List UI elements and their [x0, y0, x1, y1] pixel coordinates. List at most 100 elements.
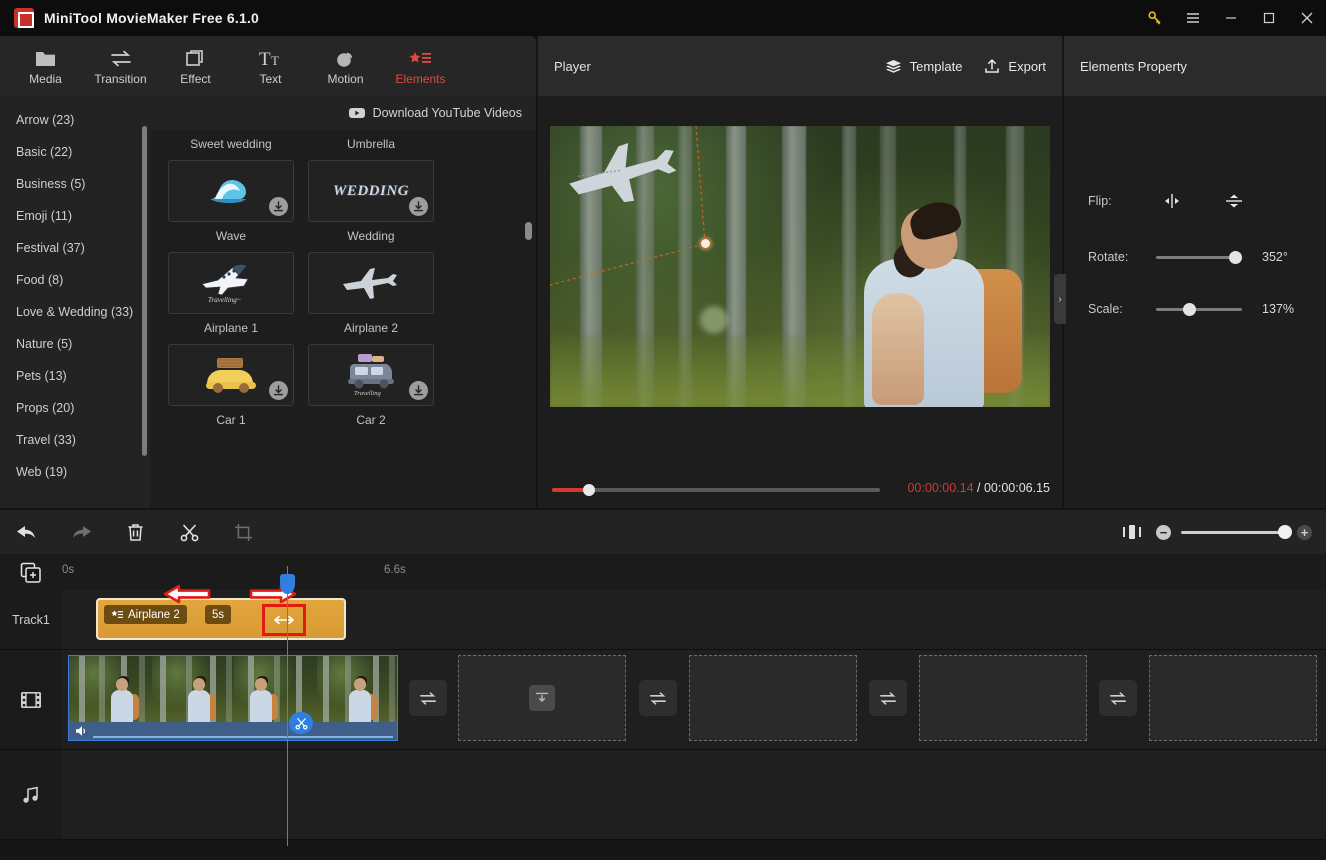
- rotate-slider-handle[interactable]: [1229, 250, 1242, 264]
- close-icon[interactable]: [1288, 0, 1326, 36]
- scale-label: Scale:: [1088, 302, 1123, 316]
- ribbon-tab-transition[interactable]: Transition: [83, 38, 158, 94]
- template-button[interactable]: Template: [885, 59, 962, 74]
- media-placeholder-4[interactable]: [1149, 655, 1317, 741]
- zoom-in-button[interactable]: +: [1297, 524, 1312, 540]
- element-cell-car-2[interactable]: Travelling Car 2: [308, 344, 434, 436]
- undo-button[interactable]: [0, 510, 54, 554]
- flip-horizontal-icon[interactable]: [1158, 189, 1186, 213]
- zoom-out-button[interactable]: −: [1156, 524, 1171, 540]
- seek-bar[interactable]: [552, 484, 880, 496]
- elements-library-pane: Arrow (23) Basic (22) Business (5) Emoji…: [0, 96, 536, 508]
- zoom-slider[interactable]: [1181, 524, 1292, 539]
- element-thumbnail[interactable]: [308, 252, 434, 314]
- download-icon[interactable]: [269, 381, 288, 400]
- ribbon-tab-elements[interactable]: Elements: [383, 38, 458, 94]
- element-cell-sweet-wedding[interactable]: Sweet wedding: [168, 130, 294, 160]
- video-subject-person: [850, 197, 1022, 407]
- video-preview[interactable]: [550, 126, 1050, 407]
- volume-icon[interactable]: [75, 725, 89, 737]
- playhead[interactable]: [287, 566, 288, 846]
- transition-slot-1[interactable]: [409, 680, 447, 716]
- chevron-right-icon[interactable]: ›: [1054, 274, 1066, 324]
- category-item-business[interactable]: Business (5): [0, 168, 150, 200]
- download-icon[interactable]: [409, 381, 428, 400]
- fit-timeline-icon[interactable]: [1118, 510, 1146, 554]
- track-header-video[interactable]: [0, 650, 62, 750]
- transition-slot-4[interactable]: [1099, 680, 1137, 716]
- category-item-arrow[interactable]: Arrow (23): [0, 104, 150, 136]
- track-header-track1[interactable]: Track1: [0, 590, 62, 650]
- app-logo-icon: [14, 8, 34, 28]
- track-header-audio[interactable]: [0, 750, 62, 840]
- flip-vertical-icon[interactable]: [1220, 189, 1248, 213]
- key-icon[interactable]: [1136, 0, 1174, 36]
- element-cell-airplane-1[interactable]: Travelling~ Airplane 1: [168, 252, 294, 344]
- category-scrollbar[interactable]: [142, 126, 147, 456]
- add-media-icon[interactable]: [20, 562, 42, 584]
- element-thumbnail[interactable]: Travelling: [308, 344, 434, 406]
- clip-duration-label: 5s: [205, 605, 232, 624]
- redo-button[interactable]: [54, 510, 108, 554]
- film-thumbnails: [69, 656, 397, 724]
- element-cell-wedding[interactable]: WEDDING Wedding: [308, 160, 434, 252]
- category-item-food[interactable]: Food (8): [0, 264, 150, 296]
- export-button[interactable]: Export: [984, 58, 1046, 74]
- element-cell-airplane-2[interactable]: Airplane 2: [308, 252, 434, 344]
- download-icon[interactable]: [269, 197, 288, 216]
- scissors-icon[interactable]: [289, 712, 313, 734]
- split-button[interactable]: [162, 510, 216, 554]
- media-placeholder-1[interactable]: [458, 655, 626, 741]
- element-thumbnail[interactable]: WEDDING: [308, 160, 434, 222]
- download-icon[interactable]: [409, 197, 428, 216]
- delete-button[interactable]: [108, 510, 162, 554]
- scale-slider-handle[interactable]: [1183, 302, 1196, 316]
- category-item-web[interactable]: Web (19): [0, 456, 150, 488]
- category-item-basic[interactable]: Basic (22): [0, 136, 150, 168]
- elements-grid-scrollbar[interactable]: [525, 222, 532, 240]
- elements-grid: Sweet wedding Umbrella Wave WEDDING Wedd…: [150, 130, 536, 508]
- category-list[interactable]: Arrow (23) Basic (22) Business (5) Emoji…: [0, 96, 150, 508]
- folder-icon: [35, 46, 56, 68]
- video-clip[interactable]: [68, 655, 398, 741]
- category-item-festival[interactable]: Festival (37): [0, 232, 150, 264]
- element-thumbnail[interactable]: [168, 344, 294, 406]
- transition-slot-2[interactable]: [639, 680, 677, 716]
- zoom-slider-handle[interactable]: [1278, 524, 1292, 539]
- svg-text:Travelling: Travelling: [354, 390, 381, 397]
- category-item-nature[interactable]: Nature (5): [0, 328, 150, 360]
- ribbon-tab-text[interactable]: T T Text: [233, 38, 308, 94]
- download-youtube-bar[interactable]: Download YouTube Videos: [150, 96, 536, 130]
- player-pane: Player Template Export 00:00:00.14 / 00:…: [538, 36, 1062, 535]
- minimize-icon[interactable]: [1212, 0, 1250, 36]
- category-item-props[interactable]: Props (20): [0, 392, 150, 424]
- media-placeholder-3[interactable]: [919, 655, 1087, 741]
- playhead-handle[interactable]: [280, 574, 295, 594]
- track-lane-video[interactable]: [62, 650, 1326, 750]
- seek-handle[interactable]: [583, 484, 595, 496]
- crop-button[interactable]: [216, 510, 270, 554]
- maximize-icon[interactable]: [1250, 0, 1288, 36]
- element-thumbnail[interactable]: [168, 160, 294, 222]
- scale-slider[interactable]: [1156, 302, 1242, 316]
- transition-icon: [110, 46, 132, 68]
- category-item-pets[interactable]: Pets (13): [0, 360, 150, 392]
- element-cell-umbrella[interactable]: Umbrella: [308, 130, 434, 160]
- ribbon-tab-motion[interactable]: Motion: [308, 38, 383, 94]
- rotate-handle[interactable]: [700, 238, 711, 249]
- category-item-travel[interactable]: Travel (33): [0, 424, 150, 456]
- track-lane-audio[interactable]: [62, 750, 1326, 840]
- category-item-emoji[interactable]: Emoji (11): [0, 200, 150, 232]
- element-cell-wave[interactable]: Wave: [168, 160, 294, 252]
- element-clip-airplane-2[interactable]: Airplane 2 5s: [96, 598, 346, 640]
- rotate-slider[interactable]: [1156, 250, 1242, 264]
- transition-slot-3[interactable]: [869, 680, 907, 716]
- element-cell-car-1[interactable]: Car 1: [168, 344, 294, 436]
- element-thumbnail[interactable]: Travelling~: [168, 252, 294, 314]
- media-placeholder-2[interactable]: [689, 655, 857, 741]
- category-label: Festival (37): [16, 241, 85, 255]
- ribbon-tab-media[interactable]: Media: [8, 38, 83, 94]
- category-item-love-wedding[interactable]: Love & Wedding (33): [0, 296, 150, 328]
- ribbon-tab-effect[interactable]: Effect: [158, 38, 233, 94]
- menu-icon[interactable]: [1174, 0, 1212, 36]
